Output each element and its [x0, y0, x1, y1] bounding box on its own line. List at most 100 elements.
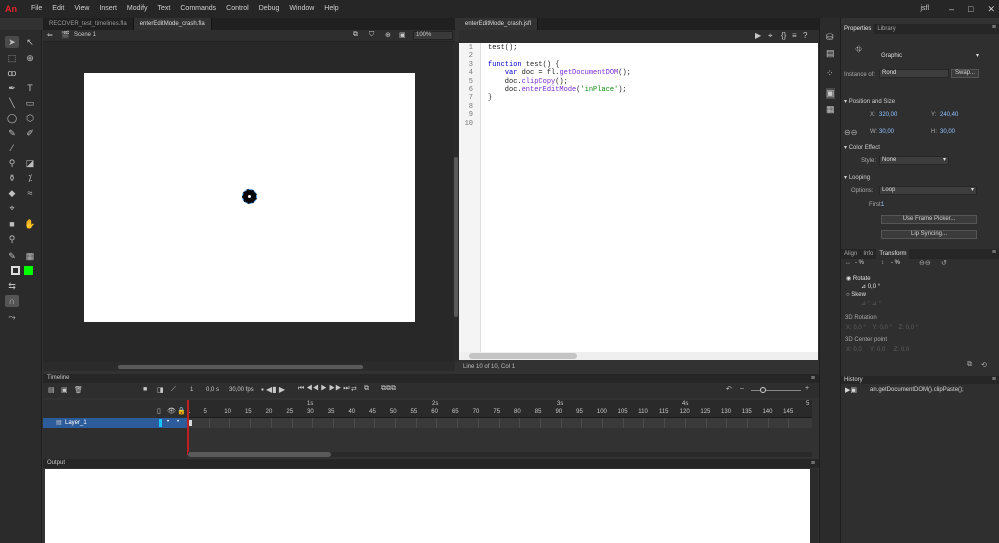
code-horizontal-scrollbar[interactable]: [459, 352, 818, 360]
paint-icon[interactable]: ⛁: [826, 32, 834, 43]
zoom-select[interactable]: 100%: [413, 31, 453, 40]
stroke-swatch[interactable]: [11, 266, 20, 275]
w-value[interactable]: 30,00: [879, 129, 894, 135]
layer-lock-icon[interactable]: •: [177, 419, 179, 425]
tab-transform[interactable]: Transform: [876, 249, 910, 259]
edit-scene-icon[interactable]: ⛉: [369, 31, 374, 39]
eraser-icon[interactable]: ◆: [5, 187, 19, 199]
new-folder-icon[interactable]: ▣: [61, 386, 68, 394]
use-frame-picker-button[interactable]: Use Frame Picker...: [881, 215, 977, 224]
tab-properties[interactable]: Properties: [841, 24, 875, 34]
swap-colors-icon[interactable]: ⇆: [5, 280, 19, 292]
bone-tool-icon[interactable]: ⚲: [5, 157, 19, 169]
history-menu-icon[interactable]: ≡: [992, 376, 996, 384]
menu-view[interactable]: View: [69, 0, 94, 18]
color-effect-header[interactable]: ▾ Color Effect: [844, 144, 880, 151]
code-line[interactable]: doc.enterEditMode('inPlace');: [488, 86, 627, 94]
delete-layer-icon[interactable]: 🗑: [74, 386, 83, 394]
menu-edit[interactable]: Edit: [47, 0, 69, 18]
constrain-link-icon[interactable]: ⊖⊖: [919, 259, 931, 267]
h-value[interactable]: 30,00: [940, 129, 955, 135]
eyedropper-icon[interactable]: ⁒: [23, 172, 37, 184]
scene-name[interactable]: Scene 1: [74, 32, 96, 38]
target-icon[interactable]: ⌖: [768, 31, 773, 41]
menu-help[interactable]: Help: [319, 0, 343, 18]
edit-multiple-frames-icon[interactable]: ⧉⧉⧉: [381, 385, 396, 393]
clip-content-icon[interactable]: ▣: [399, 31, 406, 39]
help-icon[interactable]: ?: [803, 31, 807, 40]
looping-header[interactable]: ▾ Looping: [844, 174, 870, 181]
playback-controls[interactable]: ▪ ◀▮ ▶: [261, 385, 285, 394]
swatch-grid-icon[interactable]: ▦: [23, 250, 37, 262]
properties-menu-icon[interactable]: ≡: [992, 24, 996, 31]
code-line[interactable]: doc.clipCopy();: [488, 78, 568, 86]
tab-active-file[interactable]: enterEditMode_crash.fla: [133, 18, 212, 30]
library-icon[interactable]: ▤: [826, 48, 835, 59]
back-arrow-icon[interactable]: ⇐: [47, 31, 53, 39]
output-scrollbar[interactable]: [810, 469, 818, 543]
rectangle-tool-icon[interactable]: ▭: [23, 97, 37, 109]
lip-syncing-button[interactable]: Lip Syncing...: [881, 230, 977, 239]
properties-icon[interactable]: ▣: [826, 88, 835, 99]
smooth-icon[interactable]: ⤳: [5, 311, 19, 323]
menu-commands[interactable]: Commands: [175, 0, 221, 18]
transport-icons[interactable]: ⏮ ◀◀ ▶ ▶▶ ⏭: [298, 385, 350, 393]
layer-visible-icon[interactable]: •: [167, 419, 169, 425]
free-transform-icon[interactable]: ⬚: [5, 52, 19, 64]
run-script-icon[interactable]: ▶: [755, 31, 761, 40]
style-select[interactable]: None ▾: [879, 156, 949, 165]
subselection-tool-icon[interactable]: ↖: [23, 36, 37, 48]
scale-width-value[interactable]: - %: [855, 260, 864, 266]
output-console[interactable]: [45, 469, 810, 543]
code-line[interactable]: }: [488, 94, 492, 102]
maximize-icon[interactable]: □: [968, 0, 973, 18]
menu-window[interactable]: Window: [284, 0, 319, 18]
timeline-scroll-thumb[interactable]: [188, 452, 331, 457]
layer-frames[interactable]: [188, 418, 812, 428]
lock-header-icon[interactable]: 🔒: [177, 407, 186, 415]
loop-icon[interactable]: ⇄: [351, 385, 357, 393]
rond-symbol-instance[interactable]: [242, 189, 257, 204]
edit-symbols-icon[interactable]: ⧉: [353, 31, 358, 39]
zoom-in-icon[interactable]: +: [805, 385, 809, 392]
tab-recover-file[interactable]: RECOVER_test_timelines.fla: [43, 18, 134, 30]
menu-control[interactable]: Control: [221, 0, 254, 18]
new-layer-icon[interactable]: ▤: [48, 386, 55, 394]
tab-align[interactable]: Align: [841, 249, 860, 259]
zoom-out-icon[interactable]: –: [740, 385, 744, 392]
menu-insert[interactable]: Insert: [94, 0, 122, 18]
frame-view-icon[interactable]: ↶: [726, 385, 732, 393]
rotate-radio[interactable]: ◉ Rotate: [846, 275, 871, 282]
stage-horizontal-scrollbar[interactable]: [43, 362, 455, 371]
symbol-type-select[interactable]: Graphic ▾: [879, 53, 981, 62]
frame-ruler[interactable]: 1s2s3s4s51510152025303540455055606570758…: [187, 400, 812, 418]
graph-icon[interactable]: ⟋: [171, 386, 176, 394]
tab-info[interactable]: Info: [860, 249, 876, 259]
camera-layer-icon[interactable]: ■: [143, 386, 147, 393]
polystar-tool-icon[interactable]: ⬡: [23, 112, 37, 124]
lasso-icon[interactable]: ꝏ: [5, 67, 19, 79]
code-snippets-icon[interactable]: {}: [781, 31, 786, 40]
history-item[interactable]: ▶▣ an.getDocumentDOM().clipPaste();: [843, 386, 995, 395]
layer-row[interactable]: ▤ Layer_1 • •: [43, 418, 187, 428]
hand-tool-icon[interactable]: ✋: [23, 218, 37, 230]
scale-height-value[interactable]: - %: [891, 260, 900, 266]
oval-tool-icon[interactable]: ◯: [5, 112, 19, 124]
user-name[interactable]: jsfl: [920, 0, 929, 18]
menu-debug[interactable]: Debug: [254, 0, 285, 18]
zoom-tool-icon[interactable]: ⚲: [5, 233, 19, 245]
swap-button[interactable]: Swap...: [951, 69, 979, 78]
playhead[interactable]: [187, 400, 189, 455]
first-value[interactable]: 1: [881, 202, 884, 208]
remove-transform-icon[interactable]: ⟲: [981, 361, 987, 369]
zoom-slider-track[interactable]: [751, 390, 801, 391]
zoom-slider-thumb[interactable]: [760, 387, 766, 393]
text-tool-icon[interactable]: T: [23, 82, 37, 94]
close-icon[interactable]: ✕: [987, 0, 995, 18]
x-value[interactable]: 320,00: [879, 112, 897, 118]
menu-text[interactable]: Text: [153, 0, 176, 18]
pos-size-header[interactable]: ▾ Position and Size: [844, 98, 895, 105]
center-stage-icon[interactable]: ⊕: [385, 31, 391, 39]
stage-hscroll-thumb[interactable]: [118, 365, 363, 369]
pencil-icon[interactable]: ✎: [5, 127, 19, 139]
